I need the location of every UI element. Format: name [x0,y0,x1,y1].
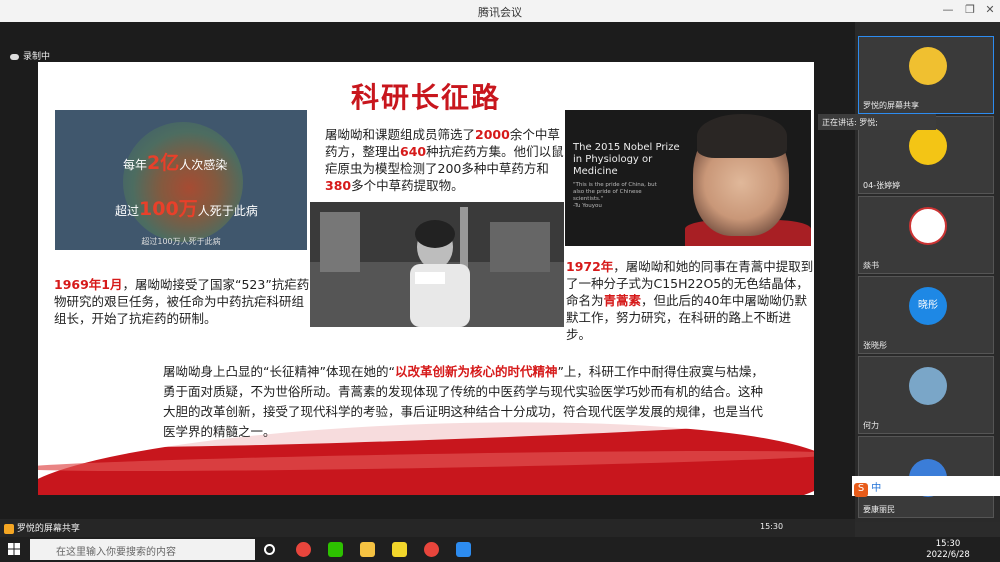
cloud-icon [10,53,19,60]
text-1969: 1969年1月，屠呦呦接受了国家“523”抗疟药物研究的艰巨任务，被任命为中药抗… [54,277,310,326]
globe-graphic [123,122,243,242]
shared-clock: 15:30 [760,522,784,531]
wechat-icon[interactable] [328,542,343,557]
participant-tile[interactable]: 晓彤 张晓彤 [858,276,994,354]
window-titlebar: 腾讯会议 — ❐ ✕ [0,0,1000,22]
text-1972: 1972年，屠呦呦和她的同事在青蒿中提取到了一种分子式为C15H22O5的无色结… [566,259,814,342]
participant-tile[interactable]: 燚书 [858,196,994,274]
taskbar-search-input[interactable]: 在这里输入你要搜索的内容 [30,539,255,560]
system-clock[interactable]: 15:30 2022/6/28 [918,539,978,561]
share-label[interactable]: 罗悦的屏幕共享 [4,521,80,534]
participant-name: 燚书 [863,261,879,270]
nobel-quote: "This is the pride of China, but also th… [573,182,657,209]
nobel-photo: The 2015 Nobel Prize in Physiology or Me… [565,110,811,246]
sogou-icon: S [854,483,868,497]
ime-toolbar[interactable]: S 中 [852,476,1000,497]
malaria-line2: 超过100万人死于此病 [115,198,258,220]
screening-text: 屠呦呦和课题组成员筛选了2000余个中草药方，整理出640种抗疟药方集。他们以鼠… [325,127,564,193]
avatar [909,207,947,245]
participant-tile[interactable]: 罗悦的屏幕共享 [858,36,994,114]
ime-mode: 中 [871,483,882,494]
participant-tile[interactable]: 何力 [858,356,994,434]
speaking-indicator: 正在讲话: 罗悦; [818,114,936,130]
spirit-paragraph: 屠呦呦身上凸显的“长征精神”体现在她的“以改革创新为核心的时代精神”上，科研工作… [163,364,764,439]
clock-date: 2022/6/28 [926,550,970,560]
recording-indicator[interactable]: 录制中 [10,49,50,62]
browser-icon[interactable] [424,542,439,557]
portrait-hair [697,114,787,158]
participant-name: 罗悦的屏幕共享 [863,101,919,110]
participant-name: 张晓彤 [863,341,887,350]
participant-name: 何力 [863,421,879,430]
slide: 科研长征路 每年2亿人次感染 超过100万人死于此病 超过100万人死于此病 屠… [38,62,814,495]
avatar [909,127,947,165]
window-title: 腾讯会议 [478,6,522,19]
shared-taskbar-strip: 罗悦的屏幕共享 15:30 [0,519,855,538]
malaria-caption: 超过100万人死于此病 [141,237,221,246]
close-button[interactable]: ✕ [982,3,998,16]
minimize-button[interactable]: — [940,3,956,16]
windows-start-icon[interactable] [8,543,20,555]
lab-photo [310,202,564,327]
malaria-line1: 每年2亿人次感染 [123,152,228,174]
tencent-meeting-icon[interactable] [456,542,471,557]
avatar: 晓彤 [909,287,947,325]
clock-time: 15:30 [935,539,961,549]
participant-name: 要康丽民 [863,505,895,514]
chrome-icon[interactable] [296,542,311,557]
malaria-image: 每年2亿人次感染 超过100万人死于此病 超过100万人死于此病 [55,110,307,250]
user-icon [4,523,14,534]
share-label-text: 罗悦的屏幕共享 [16,524,80,534]
avatar [909,367,947,405]
participant-name: 04-张婷婷 [863,181,901,190]
nobel-heading: The 2015 Nobel Prize in Physiology or Me… [573,142,680,177]
sticky-notes-icon[interactable] [392,542,407,557]
windows-taskbar: 在这里输入你要搜索的内容 [0,537,1000,562]
restore-button[interactable]: ❐ [962,3,978,16]
avatar [909,47,947,85]
folder-icon[interactable] [360,542,375,557]
task-view-icon[interactable] [264,544,275,555]
recording-label: 录制中 [23,52,51,62]
